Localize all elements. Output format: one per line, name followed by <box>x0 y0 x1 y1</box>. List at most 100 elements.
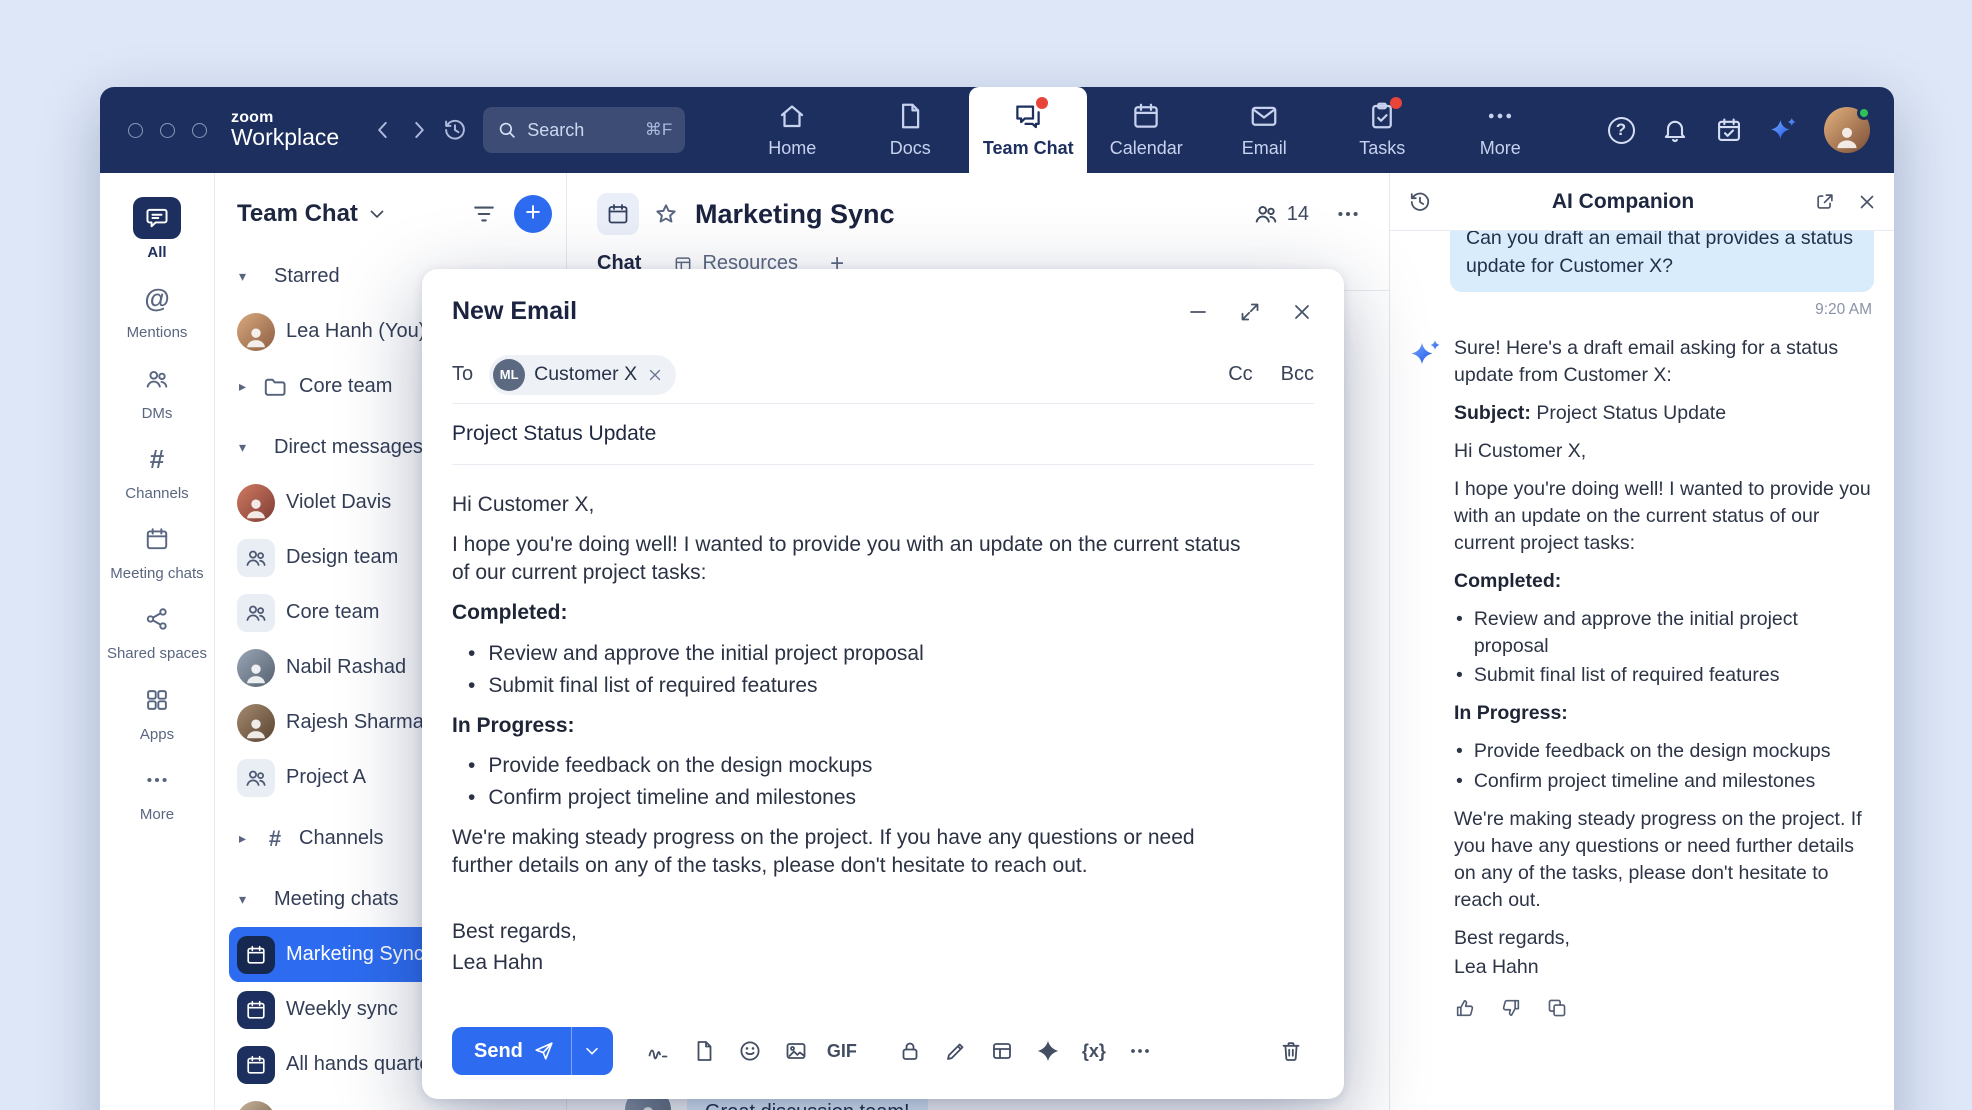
hash-icon: # <box>262 826 288 852</box>
filter-button[interactable] <box>470 200 498 228</box>
ai-companion-button[interactable] <box>1760 107 1806 153</box>
ai-close-button[interactable] <box>1856 191 1878 213</box>
search-input[interactable] <box>527 120 613 141</box>
rail-item-more[interactable]: More <box>100 751 214 831</box>
tab-tasks[interactable]: Tasks <box>1323 87 1441 173</box>
star-icon[interactable] <box>653 201 679 227</box>
notifications-button[interactable] <box>1652 107 1698 153</box>
caret-down-icon: ▾ <box>237 891 263 908</box>
gif-button[interactable]: GIF <box>819 1028 865 1074</box>
expand-button[interactable] <box>1238 300 1262 324</box>
tab-label: Tasks <box>1359 138 1405 159</box>
send-options-button[interactable] <box>571 1027 613 1075</box>
rail-item-all[interactable]: All <box>100 189 214 269</box>
group-icon <box>237 594 275 632</box>
discard-draft-button[interactable] <box>1268 1028 1314 1074</box>
list-item-text: Review and approve the initial project p… <box>1474 606 1874 660</box>
ai-panel-header: AI Companion <box>1390 173 1894 231</box>
tab-label: Email <box>1242 138 1287 159</box>
chat-list-header: Team Chat + <box>229 195 556 249</box>
history-button[interactable] <box>437 112 473 148</box>
insert-image-button[interactable] <box>773 1028 819 1074</box>
rail-label: Shared spaces <box>107 645 207 662</box>
rail-item-channels[interactable]: # Channels <box>100 430 214 510</box>
minimize-icon <box>1186 300 1210 324</box>
email-signature: Lea Hahn <box>452 949 1252 977</box>
minimize-button[interactable] <box>1186 300 1210 324</box>
chat-more-button[interactable] <box>1335 201 1361 227</box>
to-label: To <box>452 363 473 386</box>
tab-docs[interactable]: Docs <box>851 87 969 173</box>
template-button[interactable] <box>979 1028 1025 1074</box>
close-icon <box>646 366 664 384</box>
ai-history-button[interactable] <box>1408 190 1432 214</box>
new-chat-button[interactable]: + <box>514 195 552 233</box>
close-email-button[interactable] <box>1290 300 1314 324</box>
email-intro: I hope you're doing well! I wanted to pr… <box>452 531 1252 587</box>
zoom-workplace-logo: zoom Workplace <box>231 110 339 150</box>
email-body-editor[interactable]: Hi Customer X, I hope you're doing well!… <box>452 465 1252 1013</box>
tab-calendar[interactable]: Calendar <box>1087 87 1205 173</box>
bullet: • <box>1456 606 1463 660</box>
member-count[interactable]: 14 <box>1253 201 1309 227</box>
tab-more[interactable]: More <box>1441 87 1559 173</box>
chevron-down-icon[interactable] <box>366 203 388 225</box>
search-bar[interactable]: ⌘F <box>483 107 685 153</box>
avatar <box>237 1101 275 1110</box>
remove-recipient-button[interactable] <box>646 366 664 384</box>
window-close-button[interactable] <box>128 123 143 138</box>
avatar <box>237 313 275 351</box>
rail-item-dms[interactable]: DMs <box>100 350 214 430</box>
list-item: •Review and approve the initial project … <box>1456 606 1874 660</box>
attach-file-button[interactable] <box>681 1028 727 1074</box>
cc-button[interactable]: Cc <box>1228 363 1252 386</box>
ai-conversation[interactable]: Can you draft an email that provides a s… <box>1390 231 1894 1110</box>
rail-item-apps[interactable]: Apps <box>100 671 214 751</box>
chat-title: Marketing Sync <box>695 199 895 230</box>
tab-team-chat[interactable]: Team Chat <box>969 87 1087 173</box>
ai-companion-panel: AI Companion Can you draft an email that… <box>1389 173 1894 1110</box>
thumbs-up-button[interactable] <box>1454 997 1476 1019</box>
forward-button[interactable] <box>401 112 437 148</box>
tab-email[interactable]: Email <box>1205 87 1323 173</box>
ai-intro: Sure! Here's a draft email asking for a … <box>1454 335 1874 389</box>
ai-popout-button[interactable] <box>1814 191 1836 213</box>
back-button[interactable] <box>365 112 401 148</box>
toolbar-more-button[interactable] <box>1117 1028 1163 1074</box>
user-avatar[interactable] <box>1824 107 1870 153</box>
close-icon <box>1856 191 1878 213</box>
ai-user-message-row: Can you draft an email that provides a s… <box>1408 231 1874 292</box>
meeting-icon <box>237 991 275 1029</box>
signature-button[interactable] <box>635 1028 681 1074</box>
subject-value: Project Status Update <box>1536 402 1726 424</box>
rail-item-mentions[interactable]: @ Mentions <box>100 269 214 349</box>
rail-item-shared-spaces[interactable]: Shared spaces <box>100 590 214 670</box>
email-completed-heading: Completed: <box>452 599 1252 627</box>
bcc-button[interactable]: Bcc <box>1281 363 1314 386</box>
rail-item-meeting-chats[interactable]: Meeting chats <box>100 510 214 590</box>
ai-completed-heading: Completed: <box>1454 568 1874 595</box>
tab-home[interactable]: Home <box>733 87 851 173</box>
bullet: • <box>1456 738 1463 765</box>
send-button[interactable]: Send <box>452 1027 571 1075</box>
ai-closing: We're making steady progress on the proj… <box>1454 806 1874 914</box>
variables-button[interactable]: {x} <box>1071 1028 1117 1074</box>
ellipsis-icon <box>133 759 181 801</box>
thumbs-down-button[interactable] <box>1500 997 1522 1019</box>
copy-button[interactable] <box>1546 997 1568 1019</box>
ai-assist-button[interactable] <box>1025 1028 1071 1074</box>
emoji-button[interactable] <box>727 1028 773 1074</box>
rail-label: Mentions <box>127 324 188 341</box>
section-label: Channels <box>299 827 384 850</box>
folder-name: Core team <box>299 375 392 398</box>
recipient-chip[interactable]: ML Customer X <box>489 355 676 395</box>
caret-right-icon: ▸ <box>237 830 251 847</box>
help-button[interactable]: ? <box>1598 107 1644 153</box>
calendar-check-button[interactable] <box>1706 107 1752 153</box>
subject-field[interactable]: Project Status Update <box>452 404 1314 465</box>
subject-label: Subject: <box>1454 402 1531 424</box>
edit-button[interactable] <box>933 1028 979 1074</box>
window-zoom-button[interactable] <box>192 123 207 138</box>
encryption-button[interactable] <box>887 1028 933 1074</box>
window-minimize-button[interactable] <box>160 123 175 138</box>
